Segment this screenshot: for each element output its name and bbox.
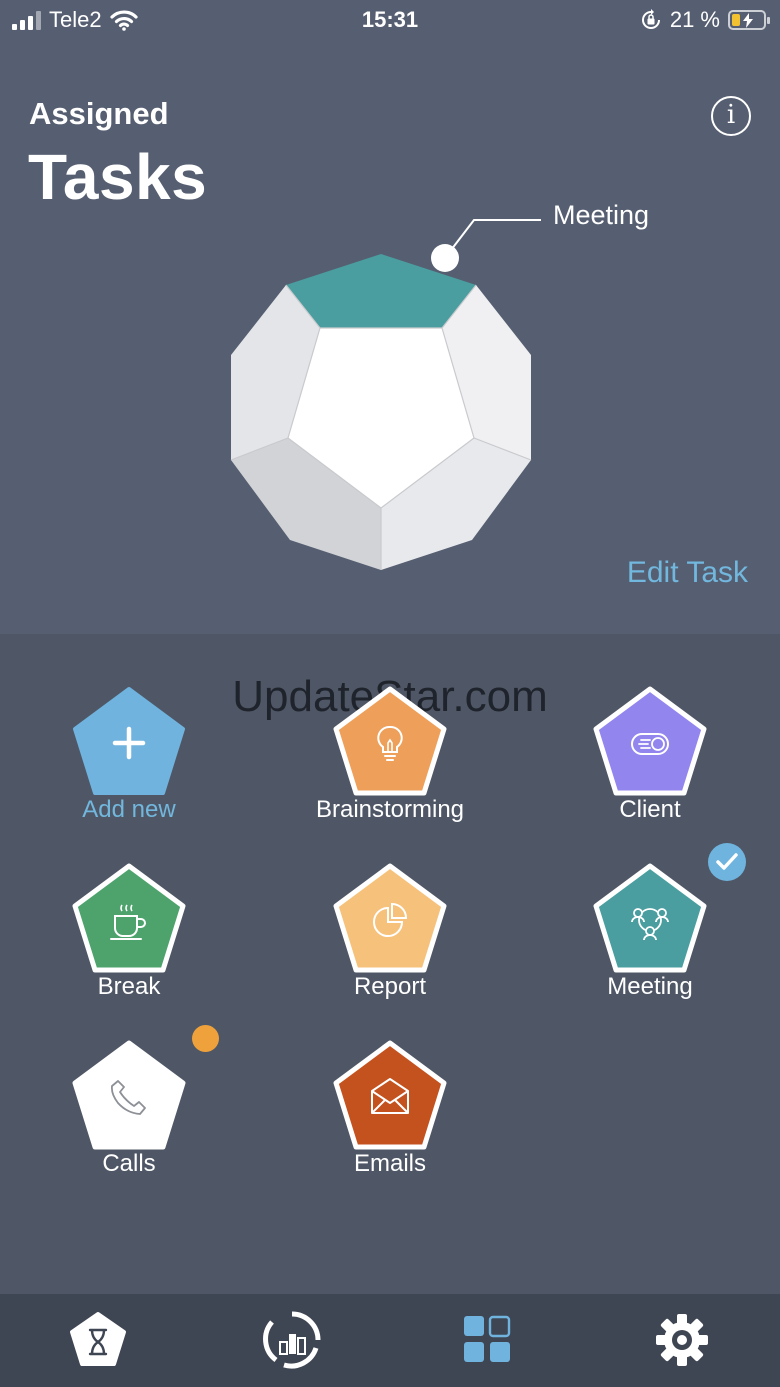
edit-task-button[interactable]: Edit Task [627,556,748,590]
client-icon [631,733,669,755]
notification-dot [192,1025,219,1052]
task-label: Report [353,973,427,1000]
task-label: Calls [102,1150,156,1177]
orientation-lock-icon [641,9,660,29]
page-subtitle: Assigned [29,96,169,131]
lightbulb-icon [377,725,403,761]
tab-bar [0,1294,780,1387]
coffee-cup-icon [110,904,146,940]
tab-tasks[interactable] [455,1308,519,1372]
tab-statistics[interactable] [260,1308,324,1372]
pie-chart-icon [373,902,408,937]
tab-settings[interactable] [650,1308,714,1372]
checkmark-icon [716,853,738,870]
callout-line [447,219,541,255]
selected-check-badge [708,843,746,881]
task-label: Emails [353,1150,426,1177]
task-label: Client [619,796,681,823]
hourglass-icon [70,1312,126,1366]
gear-icon [656,1314,708,1366]
task-meeting[interactable]: Meeting [570,862,730,1012]
statistics-icon [263,1311,321,1369]
task-add-new[interactable]: Add new [49,685,209,835]
task-client[interactable]: Client [570,685,730,835]
people-network-icon [631,908,669,941]
battery-percent: 21 % [669,7,720,32]
task-report[interactable]: Report [310,862,470,1012]
selected-task-callout: Meeting [553,200,650,230]
envelope-icon [371,1078,409,1114]
info-icon: i [726,100,736,130]
phone-icon [110,1080,146,1115]
status-right: 21 % [640,7,770,33]
task-label: Add new [82,796,176,823]
callout-dot [431,244,459,272]
status-bar: Tele2 15:31 21 % [0,0,780,40]
task-label: Break [97,973,161,1000]
battery-icon [728,10,770,30]
tab-timer[interactable] [66,1308,130,1372]
page-title: Tasks [28,141,208,213]
task-calls[interactable]: Calls [49,1039,209,1189]
task-break[interactable]: Break [49,862,209,1012]
task-emails[interactable]: Emails [310,1039,470,1189]
info-button[interactable]: i [711,96,751,136]
task-label: Meeting [607,973,693,1000]
task-label: Brainstorming [315,796,465,823]
task-brainstorming[interactable]: Brainstorming [310,685,470,835]
grid-icon [464,1315,511,1362]
task-dodecahedron[interactable] [200,190,680,590]
plus-icon [112,726,146,760]
